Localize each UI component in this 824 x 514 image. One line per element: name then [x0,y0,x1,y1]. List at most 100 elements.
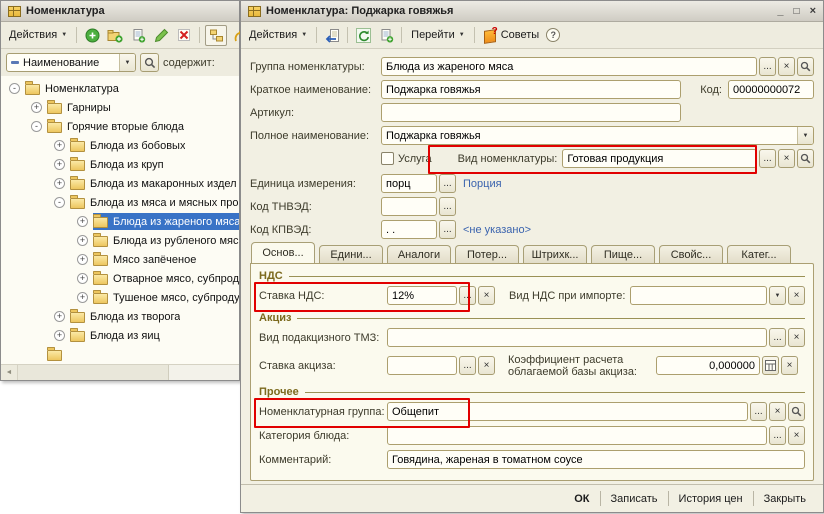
excise-tmz-field[interactable] [387,328,767,347]
open-button[interactable] [797,57,814,76]
dish-category-field[interactable] [387,426,767,445]
copy-button[interactable] [376,26,396,45]
scrollbar-thumb[interactable] [18,365,169,380]
expander-icon[interactable]: - [9,83,20,94]
save-button[interactable]: Записать [601,493,668,505]
kind-field[interactable]: Готовая продукция [562,149,757,168]
search-column-dropdown-button[interactable]: ▼ [119,54,135,71]
tree-item[interactable]: +Блюда из круп [1,155,239,174]
open-button[interactable] [797,149,814,168]
dropdown-button[interactable]: ▼ [769,286,786,305]
add-group-button[interactable] [105,26,125,45]
expander-icon[interactable]: - [54,197,65,208]
choose-button[interactable]: ... [459,286,476,305]
expander-icon[interactable]: + [54,140,65,151]
tree-item[interactable]: -Номенклатура [1,79,239,98]
code-field[interactable]: 00000000072 [728,80,814,99]
kpved-field[interactable]: . . [381,220,437,239]
tnved-field[interactable] [381,197,437,216]
expander-icon[interactable]: + [54,330,65,341]
minimize-button[interactable]: _ [777,6,783,17]
choose-button[interactable]: ... [750,402,767,421]
tab-food[interactable]: Пище... [591,245,655,263]
tree-item[interactable]: +Тушеное мясо, субпродук [1,288,239,307]
price-history-button[interactable]: История цен [669,493,753,505]
choose-button[interactable]: ... [769,426,786,445]
tree-item[interactable]: -Блюда из мяса и мясных про [1,193,239,212]
edit-item-button[interactable] [151,26,171,45]
full-name-dropdown-button[interactable]: ▼ [797,127,813,144]
tab-main[interactable]: Основ... [251,242,315,263]
choose-button[interactable]: ... [759,57,776,76]
actions-menu-button[interactable]: Действия ▼ [5,27,71,43]
choose-button[interactable]: ... [439,197,456,216]
close-form-button[interactable]: Закрыть [754,493,816,505]
choose-button[interactable]: ... [459,356,476,375]
write-object-button[interactable] [322,26,342,45]
item-window-titlebar[interactable]: Номенклатура: Поджарка говяжья _ □ × [241,1,823,22]
scroll-left-arrow[interactable]: ◄ [1,365,18,380]
tree-item-partial[interactable] [1,345,239,364]
clear-button[interactable]: × [478,286,495,305]
clear-button[interactable]: × [778,149,795,168]
search-column-select[interactable]: Наименование ▼ [6,53,136,72]
expander-icon[interactable]: + [54,159,65,170]
expander-icon[interactable]: + [31,102,42,113]
calculator-button[interactable] [762,356,779,375]
excise-coeff-field[interactable]: 0,000000 [656,356,760,375]
find-button[interactable] [140,53,159,72]
tree-item[interactable]: +Блюда из макаронных издел [1,174,239,193]
horizontal-scrollbar[interactable]: ◄ [1,364,239,380]
expander-icon[interactable]: + [77,273,88,284]
close-button[interactable]: × [810,6,816,17]
tree-item-selected[interactable]: +Блюда из жареного мяса [1,212,239,231]
tips-button[interactable]: ? Советы [480,27,543,44]
expander-icon[interactable]: + [54,178,65,189]
tree-item[interactable]: +Блюда из бобовых [1,136,239,155]
reread-button[interactable] [353,26,373,45]
article-field[interactable] [381,103,681,122]
delete-item-button[interactable] [174,26,194,45]
choose-button[interactable]: ... [759,149,776,168]
excise-rate-field[interactable] [387,356,457,375]
expander-icon[interactable]: - [31,121,42,132]
kpved-link[interactable]: <не указано> [463,224,531,236]
clear-button[interactable]: × [788,286,805,305]
unit-link[interactable]: Порция [463,178,502,190]
actions-menu-button[interactable]: Действия ▼ [245,27,311,43]
tree-item[interactable]: +Отварное мясо, субпроду [1,269,239,288]
comment-field[interactable]: Говядина, жареная в томатном соусе [387,450,805,469]
add-item-button[interactable] [82,26,102,45]
clear-button[interactable]: × [769,402,786,421]
tree-item[interactable]: +Блюда из творога [1,307,239,326]
tree-item[interactable]: +Блюда из яиц [1,326,239,345]
tree-item[interactable]: +Блюда из рубленого мяса [1,231,239,250]
expander-icon[interactable]: + [77,254,88,265]
clear-button[interactable]: × [788,426,805,445]
help-icon[interactable]: ? [546,28,560,42]
maximize-button[interactable]: □ [794,6,800,17]
nds-rate-field[interactable]: 12% [387,286,457,305]
choose-button[interactable]: ... [439,220,456,239]
goto-menu-button[interactable]: Перейти ▼ [407,27,469,43]
tab-units[interactable]: Едини... [319,245,383,263]
tree-item[interactable]: +Мясо запёченое [1,250,239,269]
choose-button[interactable]: ... [769,328,786,347]
group-field[interactable]: Блюда из жареного мяса [381,57,757,76]
tab-categories[interactable]: Катег... [727,245,791,263]
choose-button[interactable]: ... [439,174,456,193]
tree-item[interactable]: -Горячие вторые блюда [1,117,239,136]
full-name-field[interactable]: Поджарка говяжья ▼ [381,126,814,145]
nds-import-field[interactable] [630,286,767,305]
clear-button[interactable]: × [478,356,495,375]
expander-icon[interactable]: + [54,311,65,322]
short-name-field[interactable]: Поджарка говяжья [381,80,681,99]
clear-button[interactable]: × [788,328,805,347]
hierarchy-view-button[interactable] [205,25,227,46]
open-button[interactable] [788,402,805,421]
list-window-titlebar[interactable]: Номенклатура [1,1,239,22]
unit-field[interactable]: порц [381,174,437,193]
clear-button[interactable]: × [778,57,795,76]
expander-icon[interactable]: + [77,292,88,303]
clear-button[interactable]: × [781,356,798,375]
